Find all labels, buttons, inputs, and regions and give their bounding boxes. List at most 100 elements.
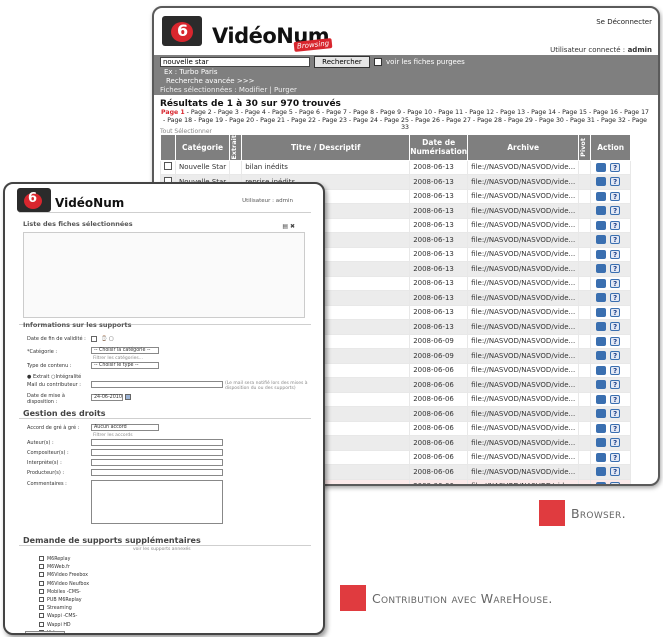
list-tools-icon[interactable]: ▤ ✖ <box>282 223 295 230</box>
cell-archive[interactable]: file://NASVOD/NASVOD/vide... <box>467 261 580 277</box>
purged-checkbox[interactable] <box>374 58 382 66</box>
authors-field[interactable] <box>91 439 223 446</box>
help-icon[interactable]: ? <box>610 452 621 462</box>
option-checkbox[interactable] <box>39 556 44 561</box>
content-type-select[interactable]: -- Choisir le type -- <box>91 362 159 369</box>
help-icon[interactable]: ? <box>610 235 621 245</box>
selected-actions[interactable]: Modifier | Purger <box>239 86 297 94</box>
edit-icon[interactable] <box>596 423 607 433</box>
help-icon[interactable]: ? <box>610 177 621 187</box>
submit-button[interactable] <box>25 631 65 633</box>
help-icon[interactable]: ? <box>610 351 621 361</box>
edit-icon[interactable] <box>596 481 607 484</box>
cell-action[interactable]: ? <box>590 261 632 277</box>
edit-icon[interactable] <box>596 322 607 332</box>
cell-archive[interactable]: file://NASVOD/NASVOD/vide... <box>467 391 580 408</box>
cell-archive[interactable]: file://NASVOD/NASVOD/vide... <box>467 319 580 335</box>
cell-archive[interactable]: file://NASVOD/NASVOD/vide... <box>467 275 580 292</box>
edit-icon[interactable] <box>596 162 607 172</box>
edit-icon[interactable] <box>596 452 607 462</box>
edit-icon[interactable] <box>596 307 607 317</box>
col-title[interactable]: Titre / Descriptif <box>241 134 411 161</box>
help-icon[interactable]: ? <box>610 423 621 433</box>
cell-action[interactable]: ? <box>590 478 632 484</box>
edit-icon[interactable] <box>596 278 607 288</box>
option-checkbox[interactable] <box>39 613 44 619</box>
help-icon[interactable]: ? <box>610 307 621 317</box>
help-icon[interactable]: ? <box>610 322 621 332</box>
option-checkbox[interactable] <box>39 605 44 611</box>
search-input[interactable]: nouvelle star <box>160 57 310 67</box>
cell-archive[interactable]: file://NASVOD/NASVOD/vide... <box>467 464 580 480</box>
category-select[interactable]: -- Choisir la catégorie -- <box>91 347 159 354</box>
cell-action[interactable]: ? <box>590 290 632 306</box>
help-icon[interactable]: ? <box>610 380 621 390</box>
cell-archive[interactable]: file://NASVOD/NASVOD/vide... <box>467 304 580 321</box>
help-icon[interactable]: ? <box>610 409 621 419</box>
edit-icon[interactable] <box>596 365 607 375</box>
cell-action[interactable]: ? <box>590 348 632 364</box>
edit-icon[interactable] <box>596 249 607 259</box>
extra-option[interactable]: M6Video Freebox <box>39 572 88 578</box>
edit-icon[interactable] <box>596 438 607 448</box>
help-icon[interactable]: ? <box>610 264 621 274</box>
cell-action[interactable]: ? <box>590 435 632 451</box>
performers-field[interactable] <box>91 459 223 466</box>
extra-option[interactable]: PUB M6Replay <box>39 597 82 603</box>
cell-archive[interactable]: file://NASVOD/NASVOD/vide... <box>467 246 580 263</box>
page-links[interactable]: - Page 2 - Page 3 - Page 4 - Page 5 - Pa… <box>163 109 649 131</box>
producers-field[interactable] <box>91 469 223 476</box>
edit-icon[interactable] <box>596 220 607 230</box>
cell-action[interactable]: ? <box>590 246 632 263</box>
help-icon[interactable]: ? <box>610 249 621 259</box>
help-icon[interactable]: ? <box>610 481 621 484</box>
edit-icon[interactable] <box>596 206 607 216</box>
edit-icon[interactable] <box>596 409 607 419</box>
end-validity-picker-icon[interactable]: ⌚ ▢ <box>101 336 114 342</box>
cell-action[interactable]: ? <box>590 333 632 350</box>
extra-option[interactable]: M6Replay <box>39 556 70 562</box>
help-icon[interactable]: ? <box>610 278 621 288</box>
cell-archive[interactable]: file://NASVOD/NASVOD/vide... <box>467 377 580 393</box>
col-archive[interactable]: Archive <box>467 134 580 161</box>
selected-list-box[interactable] <box>23 232 305 318</box>
help-icon[interactable]: ? <box>610 365 621 375</box>
col-pivot[interactable]: Pivot <box>578 134 592 161</box>
cell-archive[interactable]: file://NASVOD/NASVOD/vide... <box>467 435 580 451</box>
cell-archive[interactable]: file://NASVOD/NASVOD/vide... <box>467 203 580 219</box>
help-icon[interactable]: ? <box>610 293 621 303</box>
email-field[interactable] <box>91 381 223 388</box>
help-icon[interactable]: ? <box>610 336 621 346</box>
col-category[interactable]: Catégorie <box>174 134 231 161</box>
cell-action[interactable]: ? <box>590 406 632 422</box>
pagination[interactable]: Page 1 - Page 2 - Page 3 - Page 4 - Page… <box>160 109 650 132</box>
extra-option[interactable]: M6Web.fr <box>39 564 70 570</box>
cell-action[interactable]: ? <box>590 188 632 205</box>
extra-option[interactable]: M6Video Neufbox <box>39 580 89 587</box>
edit-icon[interactable] <box>596 264 607 274</box>
logout-link[interactable]: Se Déconnecter <box>596 18 652 26</box>
agreement-filter[interactable]: Filtrer les accords <box>93 433 133 438</box>
cell-action[interactable]: ? <box>590 217 632 234</box>
option-checkbox[interactable] <box>39 621 44 627</box>
help-icon[interactable]: ? <box>610 438 621 448</box>
category-filter[interactable]: Filtrer les catégories... <box>93 356 143 361</box>
option-checkbox[interactable] <box>39 597 44 602</box>
availability-field[interactable]: 24-06-2010 <box>91 394 123 401</box>
cell-archive[interactable]: file://NASVOD/NASVOD/vide... <box>467 478 580 484</box>
table-row[interactable]: Nouvelle Star bilan inédits 2008-06-13 file… <box>160 159 632 176</box>
edit-icon[interactable] <box>596 235 607 245</box>
current-page[interactable]: Page 1 <box>161 109 185 116</box>
edit-icon[interactable] <box>596 380 607 390</box>
extra-option[interactable]: Wappi -CMS- <box>39 613 77 619</box>
comments-field[interactable] <box>91 480 223 524</box>
cell-archive[interactable]: file://NASVOD/NASVOD/vide... <box>467 348 580 364</box>
edit-icon[interactable] <box>596 191 607 201</box>
edit-icon[interactable] <box>596 177 607 187</box>
row-checkbox[interactable] <box>164 162 172 171</box>
edit-icon[interactable] <box>596 293 607 303</box>
cell-action[interactable]: ? <box>590 464 632 480</box>
cell-action[interactable]: ? <box>590 232 632 248</box>
option-checkbox[interactable] <box>39 580 44 586</box>
cell-archive[interactable]: file://NASVOD/NASVOD/vide... <box>467 449 580 466</box>
